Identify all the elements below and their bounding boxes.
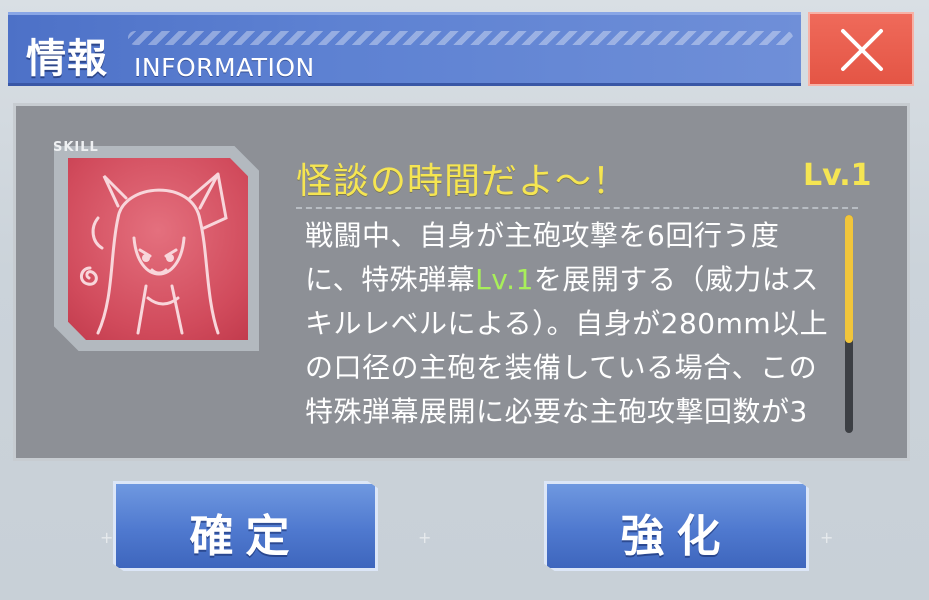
skill-divider	[296, 207, 858, 209]
background-cross-icon: +	[100, 528, 114, 547]
background-cross-icon: +	[418, 528, 432, 547]
header-stripes	[128, 31, 793, 45]
background-cross-icon: +	[820, 528, 834, 547]
upgrade-button[interactable]: 強化	[544, 481, 809, 571]
upgrade-button-label: 強化	[620, 511, 733, 562]
skill-badge: SKILL	[53, 140, 99, 155]
dialog-header: 情報 INFORMATION	[8, 12, 801, 86]
confirm-button[interactable]: 確定	[113, 481, 378, 571]
skill-description-scroll-area[interactable]: 戦闘中、自身が主砲攻撃を6回行う度に、特殊弾幕Lv.1を展開する（威力はスキルレ…	[305, 212, 835, 440]
dialog-title: 情報	[26, 36, 108, 82]
close-icon	[841, 29, 883, 71]
skill-level: Lv.1	[803, 158, 872, 193]
scrollbar-thumb[interactable]	[845, 215, 853, 343]
confirm-button-label: 確定	[189, 511, 302, 562]
skill-portrait-icon	[68, 158, 248, 340]
skill-name: 怪談の時間だよ〜！	[296, 161, 630, 202]
close-button[interactable]	[808, 12, 914, 86]
description-level-highlight: Lv.1	[475, 263, 534, 296]
dialog-subtitle: INFORMATION	[134, 53, 315, 82]
skill-description: 戦闘中、自身が主砲攻撃を6回行う度に、特殊弾幕Lv.1を展開する（威力はスキルレ…	[305, 212, 835, 440]
